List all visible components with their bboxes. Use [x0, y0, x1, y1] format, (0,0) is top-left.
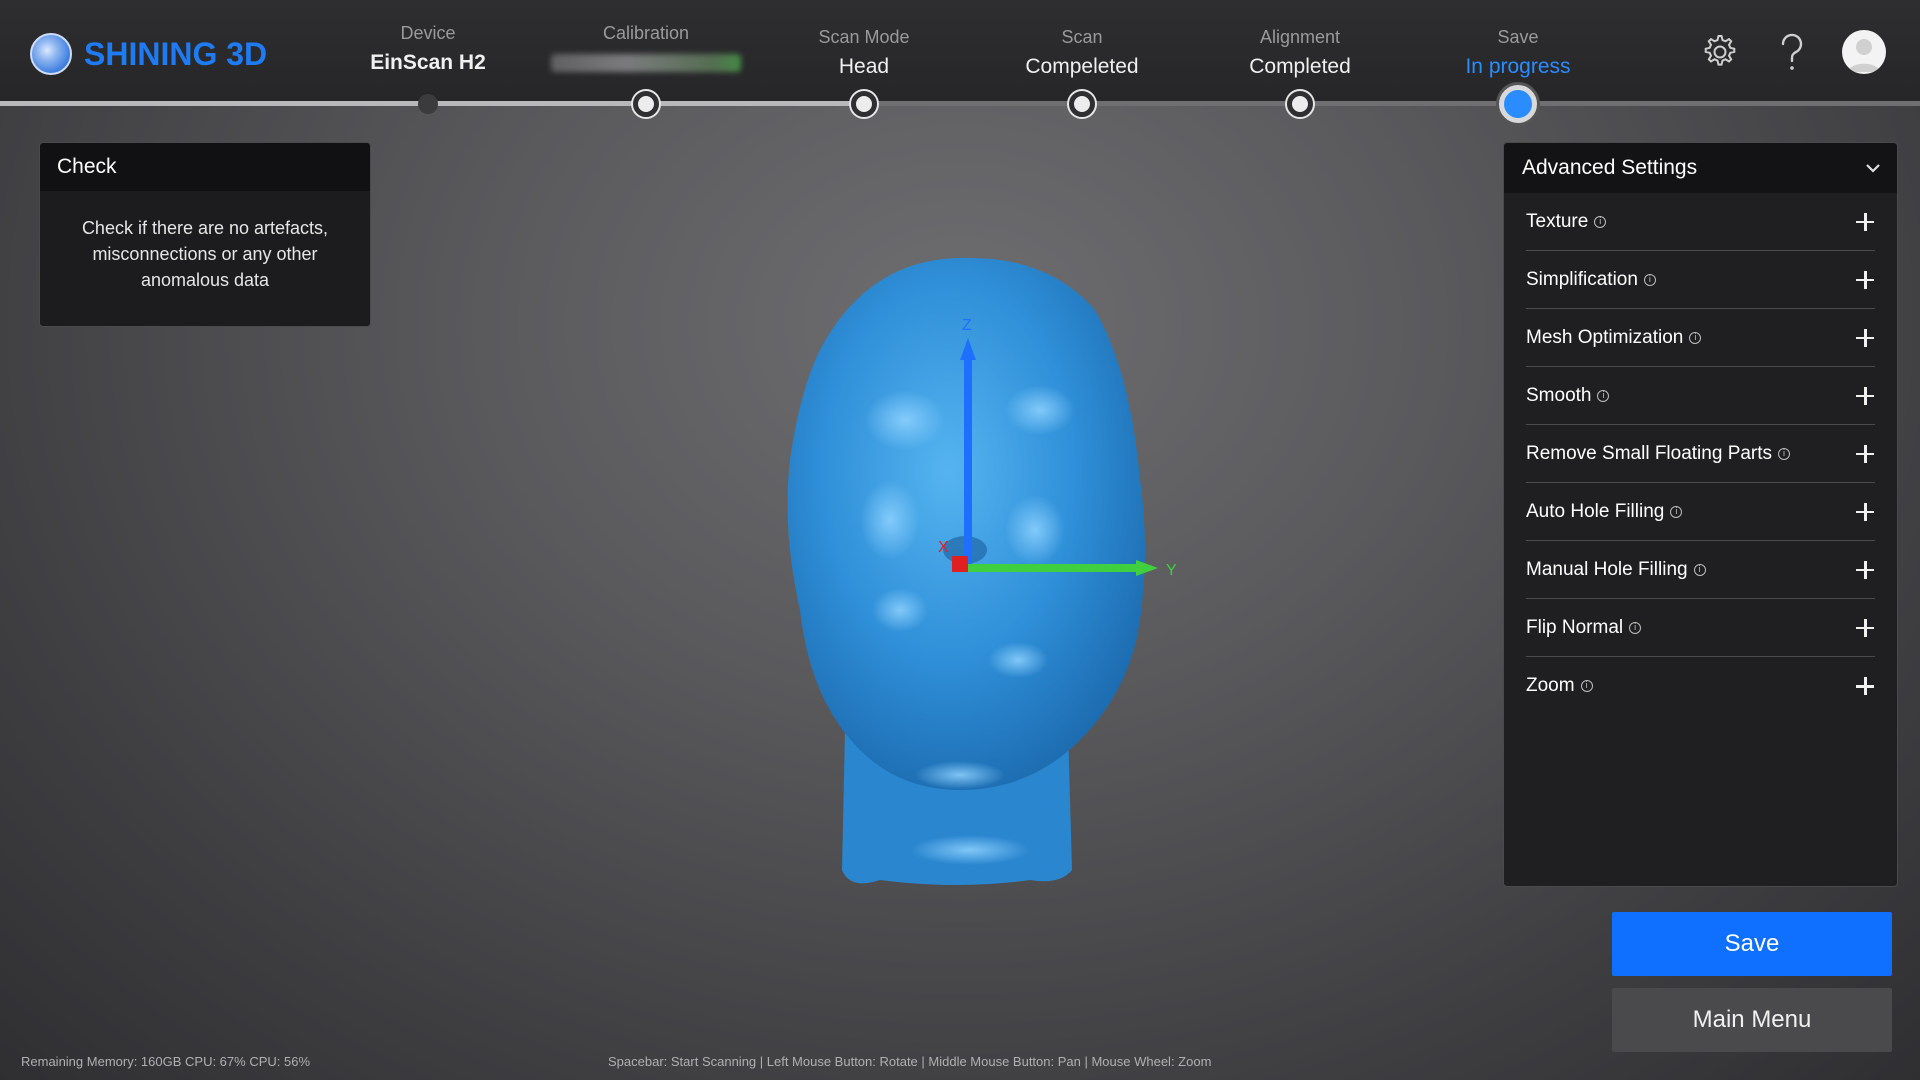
step-device[interactable]: Device EinScan H2: [318, 20, 538, 78]
gear-icon[interactable]: [1698, 30, 1742, 74]
advanced-settings-header[interactable]: Advanced Settings: [1504, 143, 1897, 193]
shortcut-hints: Spacebar: Start Scanning | Left Mouse Bu…: [608, 1054, 1212, 1069]
head-scan-model[interactable]: Z Y X: [700, 230, 1220, 910]
brand-name: SHINING 3D: [84, 35, 268, 72]
setting-texture-label: Texture: [1526, 210, 1589, 232]
setting-manual-hole-filling-label: Manual Hole Filling: [1526, 558, 1688, 580]
info-icon[interactable]: i: [1594, 215, 1607, 228]
user-avatar-icon[interactable]: [1842, 30, 1886, 74]
setting-simplification-label: Simplification: [1526, 268, 1638, 290]
step-alignment-label: Alignment: [1259, 27, 1341, 47]
setting-flip-normal[interactable]: Flip Normal i: [1526, 599, 1875, 657]
setting-mesh-optimization-label: Mesh Optimization: [1526, 326, 1684, 348]
setting-smooth[interactable]: Smooth i: [1526, 367, 1875, 425]
step-device-value: EinScan H2: [370, 51, 486, 74]
plus-icon[interactable]: [1855, 328, 1875, 348]
plus-icon[interactable]: [1855, 386, 1875, 406]
step-scan-mode-value: Head: [838, 55, 890, 78]
setting-flip-normal-label: Flip Normal: [1526, 616, 1624, 638]
info-icon[interactable]: i: [1580, 680, 1593, 692]
check-panel-text: Check if there are no artefacts, misconn…: [81, 218, 329, 290]
chevron-down-icon[interactable]: [1865, 163, 1881, 173]
info-icon[interactable]: i: [1597, 389, 1610, 402]
brand-logo: SHINING 3D: [30, 32, 267, 76]
top-bar: SHINING 3D Device EinScan H2 Calibration…: [0, 0, 1920, 104]
setting-auto-hole-filling[interactable]: Auto Hole Filling i: [1526, 483, 1875, 541]
axis-x-label: X: [938, 539, 949, 556]
setting-smooth-label: Smooth: [1526, 384, 1592, 406]
step-scan-mode-label: Scan Mode: [818, 27, 910, 47]
step-alignment-dot[interactable]: [1287, 91, 1313, 117]
step-device-label: Device: [400, 23, 456, 43]
setting-auto-hole-filling-label: Auto Hole Filling: [1526, 500, 1665, 522]
step-save-label: Save: [1497, 27, 1539, 47]
setting-mesh-optimization[interactable]: Mesh Optimization i: [1526, 309, 1875, 367]
plus-icon[interactable]: [1855, 676, 1875, 696]
info-icon[interactable]: i: [1778, 447, 1791, 460]
advanced-settings-panel: Advanced Settings Texture i Simplificatio…: [1503, 142, 1898, 887]
step-scan-mode[interactable]: Scan Mode Head: [754, 24, 974, 82]
step-calibration-label: Calibration: [602, 23, 690, 43]
plus-icon[interactable]: [1855, 618, 1875, 638]
info-icon[interactable]: i: [1689, 331, 1702, 344]
axis-z-label: Z: [962, 317, 972, 334]
plus-icon[interactable]: [1855, 502, 1875, 522]
3d-viewport[interactable]: Z Y X: [700, 230, 1220, 910]
step-save-value: In progress: [1465, 55, 1571, 78]
advanced-settings-title: Advanced Settings: [1522, 156, 1698, 179]
step-scan-value: Compeleted: [1025, 55, 1139, 78]
plus-icon[interactable]: [1855, 560, 1875, 580]
info-icon[interactable]: i: [1670, 505, 1683, 518]
setting-texture[interactable]: Texture i: [1526, 193, 1875, 251]
step-scan[interactable]: Scan Compeleted: [972, 24, 1192, 82]
setting-simplification[interactable]: Simplification i: [1526, 251, 1875, 309]
shining3d-logo-icon: [30, 33, 72, 75]
question-mark-icon[interactable]: [1770, 30, 1814, 74]
step-device-dot[interactable]: [418, 94, 438, 114]
setting-manual-hole-filling[interactable]: Manual Hole Filling i: [1526, 541, 1875, 599]
step-calibration[interactable]: Calibration: [536, 20, 756, 72]
step-scan-dot[interactable]: [1069, 91, 1095, 117]
setting-remove-small-floating-parts-label: Remove Small Floating Parts: [1526, 442, 1773, 464]
step-calibration-value-redacted: [551, 54, 741, 72]
plus-icon[interactable]: [1855, 270, 1875, 290]
setting-zoom-label: Zoom: [1526, 675, 1575, 696]
info-icon[interactable]: i: [1629, 621, 1642, 634]
setting-remove-small-floating-parts[interactable]: Remove Small Floating Parts i: [1526, 425, 1875, 483]
check-panel-title: Check: [40, 143, 370, 191]
info-icon[interactable]: i: [1693, 563, 1706, 576]
plus-icon[interactable]: [1855, 212, 1875, 232]
plus-icon[interactable]: [1855, 444, 1875, 464]
check-panel: Check Check if there are no artefacts, m…: [39, 142, 371, 327]
step-alignment-value: Completed: [1249, 55, 1351, 78]
save-button[interactable]: Save: [1612, 912, 1892, 976]
setting-zoom[interactable]: Zoom i: [1526, 657, 1875, 715]
step-save[interactable]: Save In progress: [1408, 24, 1628, 82]
info-icon[interactable]: i: [1643, 273, 1656, 286]
system-status: Remaining Memory: 160GB CPU: 67% CPU: 56…: [21, 1054, 311, 1069]
advanced-settings-list: Texture i Simplification i Mesh Optimizati…: [1504, 193, 1897, 715]
step-calibration-dot[interactable]: [633, 91, 659, 117]
axis-y-label: Y: [1166, 562, 1177, 579]
main-menu-button[interactable]: Main Menu: [1612, 988, 1892, 1052]
step-alignment[interactable]: Alignment Completed: [1190, 24, 1410, 82]
step-scan-mode-dot[interactable]: [851, 91, 877, 117]
step-save-dot-active[interactable]: [1499, 85, 1537, 123]
step-scan-label: Scan: [1061, 27, 1103, 47]
